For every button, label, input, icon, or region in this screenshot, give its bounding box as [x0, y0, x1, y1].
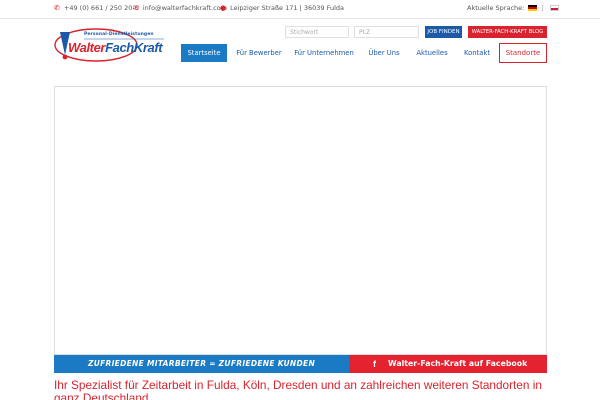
- nav-startseite[interactable]: Startseite: [181, 44, 227, 62]
- nav-fuer-unternehmen[interactable]: Für Unternehmen: [292, 44, 356, 62]
- keyword-input[interactable]: Stichwort: [285, 26, 349, 38]
- nav-kontakt[interactable]: Kontakt: [460, 44, 494, 62]
- logo-name-part2: FachKraft: [105, 40, 163, 55]
- german-flag-icon[interactable]: [528, 5, 538, 11]
- logo-name-part1: Walter: [68, 40, 106, 55]
- top-divider: [0, 18, 600, 19]
- top-bar: ✆ +49 (0) 661 / 250 20-0 ✉ info@walterfa…: [0, 0, 600, 18]
- phone-number: +49 (0) 661 / 250 20-0: [63, 4, 139, 12]
- nav-aktuelles[interactable]: Aktuelles: [412, 44, 452, 62]
- nav-fuer-bewerber[interactable]: Für Bewerber: [232, 44, 286, 62]
- facebook-icon: f: [373, 359, 376, 369]
- email-address: info@walterfachkraft.com: [142, 4, 227, 12]
- blog-button[interactable]: WALTER-FACH-KRAFT BLOG: [468, 26, 547, 38]
- phone-icon: ✆: [54, 3, 60, 12]
- job-search-button[interactable]: JOB FINDEN: [425, 26, 462, 38]
- envelope-icon: ✉: [133, 3, 139, 12]
- map-marker-icon: ●: [220, 3, 227, 12]
- address-contact: ● Leipziger Straße 171 | 36039 Fulda: [220, 4, 344, 12]
- zip-placeholder: PLZ: [359, 29, 371, 36]
- standorte-button[interactable]: Standorte: [499, 43, 547, 63]
- facebook-banner[interactable]: f Walter-Fach-Kraft auf Facebook: [349, 355, 547, 373]
- phone-contact[interactable]: ✆ +49 (0) 661 / 250 20-0: [54, 4, 139, 12]
- polish-flag-icon[interactable]: [549, 5, 559, 11]
- email-contact[interactable]: ✉ info@walterfachkraft.com: [133, 4, 227, 12]
- language-switcher: Aktuelle Sprache: |: [467, 4, 559, 12]
- page-headline: Ihr Spezialist für Zeitarbeit in Fulda, …: [54, 378, 542, 400]
- nav-ueber-uns[interactable]: Über Uns: [364, 44, 404, 62]
- zip-input[interactable]: PLZ: [354, 26, 419, 38]
- site-logo[interactable]: Personal-Dienstleistungen WalterFachKraf…: [54, 24, 166, 64]
- address-text: Leipziger Straße 171 | 36039 Fulda: [230, 4, 345, 12]
- slogan-banner: ZUFRIEDENE MITARBEITER = ZUFRIEDENE KUND…: [54, 355, 349, 373]
- keyword-placeholder: Stichwort: [290, 29, 319, 36]
- language-separator: |: [541, 4, 544, 12]
- hero-slider[interactable]: [54, 86, 547, 355]
- logo-subtitle: Personal-Dienstleistungen: [84, 32, 154, 37]
- language-label: Aktuelle Sprache:: [467, 4, 525, 12]
- facebook-link-text: Walter-Fach-Kraft auf Facebook: [388, 359, 528, 368]
- logo-wordmark: WalterFachKraft: [68, 40, 163, 55]
